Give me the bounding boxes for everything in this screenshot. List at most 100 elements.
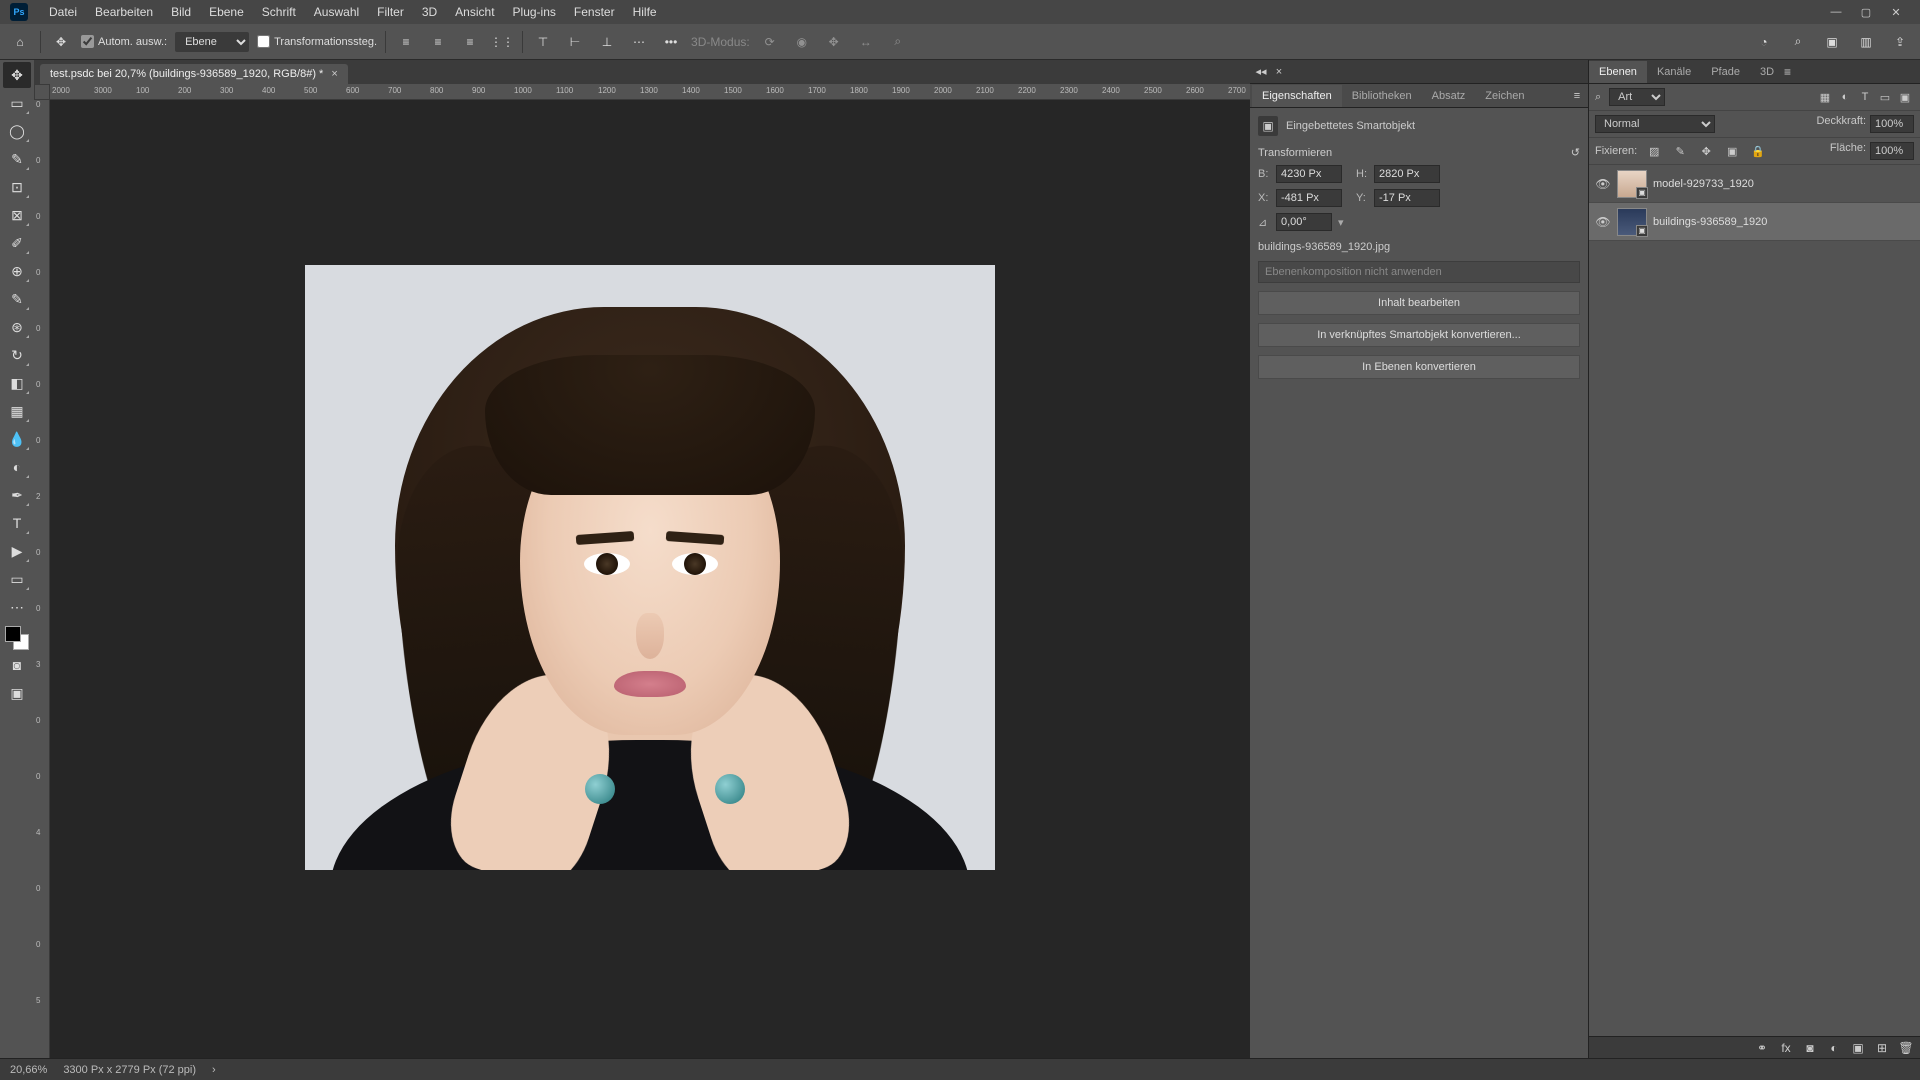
screen-mode-tool[interactable]: ▣ (3, 680, 31, 706)
lock-all-icon[interactable]: 🔒 (1749, 143, 1767, 159)
delete-layer-icon[interactable]: 🗑 (1898, 1040, 1914, 1056)
more-align-icon[interactable]: ••• (659, 30, 683, 54)
search-icon[interactable]: ⌕ (1786, 30, 1810, 54)
eyedropper-tool[interactable]: ✐ (3, 230, 31, 256)
layer-mask-icon[interactable]: ◙ (1802, 1040, 1818, 1056)
tab-zeichen[interactable]: Zeichen (1475, 85, 1534, 107)
lock-artboard-icon[interactable]: ▣ (1723, 143, 1741, 159)
ruler-origin[interactable] (34, 84, 50, 100)
eraser-tool[interactable]: ◧ (3, 370, 31, 396)
move-tool[interactable]: ✥ (3, 62, 31, 88)
quick-select-tool[interactable]: ✎ (3, 146, 31, 172)
history-brush-tool[interactable]: ↻ (3, 342, 31, 368)
lasso-tool[interactable]: ◯ (3, 118, 31, 144)
layer-thumbnail[interactable]: ▣ (1617, 208, 1647, 236)
align-left-icon[interactable]: ≡ (394, 30, 418, 54)
tab-absatz[interactable]: Absatz (1422, 85, 1476, 107)
type-tool[interactable]: T (3, 510, 31, 536)
link-layers-icon[interactable]: ⚭ (1754, 1040, 1770, 1056)
canvas-viewport[interactable] (50, 100, 1250, 1058)
vertical-ruler[interactable]: 00000002003004005 (34, 100, 50, 1058)
align-bottom-icon[interactable]: ⊥ (595, 30, 619, 54)
layer-style-icon[interactable]: fx (1778, 1040, 1794, 1056)
layer-name[interactable]: model-929733_1920 (1653, 178, 1914, 190)
layer-thumbnail[interactable]: ▣ (1617, 170, 1647, 198)
height-input[interactable] (1374, 165, 1440, 183)
doc-info[interactable]: 3300 Px x 2779 Px (72 ppi) (63, 1064, 196, 1076)
marquee-tool[interactable]: ▭ (3, 90, 31, 116)
lock-position-icon[interactable]: ✥ (1697, 143, 1715, 159)
tab-kanaele[interactable]: Kanäle (1647, 61, 1701, 83)
x-input[interactable] (1276, 189, 1342, 207)
layer-name[interactable]: buildings-936589_1920 (1653, 216, 1914, 228)
adjustment-layer-icon[interactable]: ◐ (1826, 1040, 1842, 1056)
reset-transform-icon[interactable]: ↺ (1571, 146, 1580, 159)
gradient-tool[interactable]: ▦ (3, 398, 31, 424)
cloud-docs-icon[interactable]: ◔ (1752, 30, 1776, 54)
menu-plugins[interactable]: Plug-ins (504, 5, 565, 19)
align-center-v-icon[interactable]: ⊢ (563, 30, 587, 54)
crop-tool[interactable]: ⊡ (3, 174, 31, 200)
tab-ebenen[interactable]: Ebenen (1589, 61, 1647, 83)
distribute-h-icon[interactable]: ⋮⋮ (490, 30, 514, 54)
opacity-input[interactable] (1870, 115, 1914, 133)
info-chevron-icon[interactable]: › (212, 1064, 216, 1076)
tab-bibliotheken[interactable]: Bibliotheken (1342, 85, 1422, 107)
color-swatches[interactable] (5, 626, 29, 650)
menu-datei[interactable]: Datei (40, 5, 86, 19)
panel-menu-icon[interactable]: ≡ (1568, 87, 1586, 105)
tab-pfade[interactable]: Pfade (1701, 61, 1750, 83)
auto-select-mode-select[interactable]: Ebene (175, 32, 249, 52)
align-top-icon[interactable]: ⊤ (531, 30, 555, 54)
fill-input[interactable] (1870, 142, 1914, 160)
menu-3d[interactable]: 3D (413, 5, 446, 19)
menu-ansicht[interactable]: Ansicht (446, 5, 503, 19)
collapse-panel-icon[interactable]: ◂◂ (1252, 63, 1270, 81)
horizontal-ruler[interactable]: 1000200030001002003004005006007008009001… (50, 84, 1250, 100)
menu-auswahl[interactable]: Auswahl (305, 5, 368, 19)
blend-mode-select[interactable]: Normal (1595, 115, 1715, 133)
path-select-tool[interactable]: ▶ (3, 538, 31, 564)
menu-schrift[interactable]: Schrift (253, 5, 305, 19)
home-icon[interactable]: ⌂ (8, 30, 32, 54)
filter-type-icon[interactable]: T (1856, 89, 1874, 105)
distribute-v-icon[interactable]: ⋯ (627, 30, 651, 54)
filter-adjust-icon[interactable]: ◐ (1836, 89, 1854, 105)
frame-tool[interactable]: ⊠ (3, 202, 31, 228)
menu-bild[interactable]: Bild (162, 5, 200, 19)
edit-contents-button[interactable]: Inhalt bearbeiten (1258, 291, 1580, 315)
convert-layers-button[interactable]: In Ebenen konvertieren (1258, 355, 1580, 379)
visibility-toggle-icon[interactable]: 👁 (1595, 216, 1611, 228)
workspace-icon[interactable]: ▥ (1854, 30, 1878, 54)
transform-controls-checkbox[interactable]: Transformationssteg. (257, 35, 377, 48)
menu-ebene[interactable]: Ebene (200, 5, 253, 19)
menu-hilfe[interactable]: Hilfe (624, 5, 666, 19)
convert-linked-button[interactable]: In verknüpftes Smartobjekt konvertieren.… (1258, 323, 1580, 347)
filter-pixel-icon[interactable]: ▦ (1816, 89, 1834, 105)
zoom-level[interactable]: 20,66% (10, 1064, 47, 1076)
visibility-toggle-icon[interactable]: 👁 (1595, 178, 1611, 190)
quick-mask-tool[interactable]: ◙ (3, 652, 31, 678)
menu-filter[interactable]: Filter (368, 5, 413, 19)
close-icon[interactable]: × (331, 68, 337, 80)
document-tab[interactable]: test.psdc bei 20,7% (buildings-936589_19… (40, 64, 348, 84)
pen-tool[interactable]: ✒ (3, 482, 31, 508)
window-minimize-button[interactable]: — (1822, 3, 1850, 21)
close-panel-icon[interactable]: × (1270, 63, 1288, 81)
lock-pixels-icon[interactable]: ✎ (1671, 143, 1689, 159)
arrange-icon[interactable]: ▣ (1820, 30, 1844, 54)
filter-shape-icon[interactable]: ▭ (1876, 89, 1894, 105)
filter-kind-select[interactable]: Art (1609, 88, 1665, 106)
blur-tool[interactable]: 💧 (3, 426, 31, 452)
layers-panel-menu-icon[interactable]: ≡ (1784, 65, 1791, 79)
tab-eigenschaften[interactable]: Eigenschaften (1252, 85, 1342, 107)
width-input[interactable] (1276, 165, 1342, 183)
angle-input[interactable] (1276, 213, 1332, 231)
menu-bearbeiten[interactable]: Bearbeiten (86, 5, 162, 19)
menu-fenster[interactable]: Fenster (565, 5, 624, 19)
healing-tool[interactable]: ⊕ (3, 258, 31, 284)
dodge-tool[interactable]: ◐ (3, 454, 31, 480)
align-center-h-icon[interactable]: ≡ (426, 30, 450, 54)
group-icon[interactable]: ▣ (1850, 1040, 1866, 1056)
lock-transparency-icon[interactable]: ▨ (1645, 143, 1663, 159)
